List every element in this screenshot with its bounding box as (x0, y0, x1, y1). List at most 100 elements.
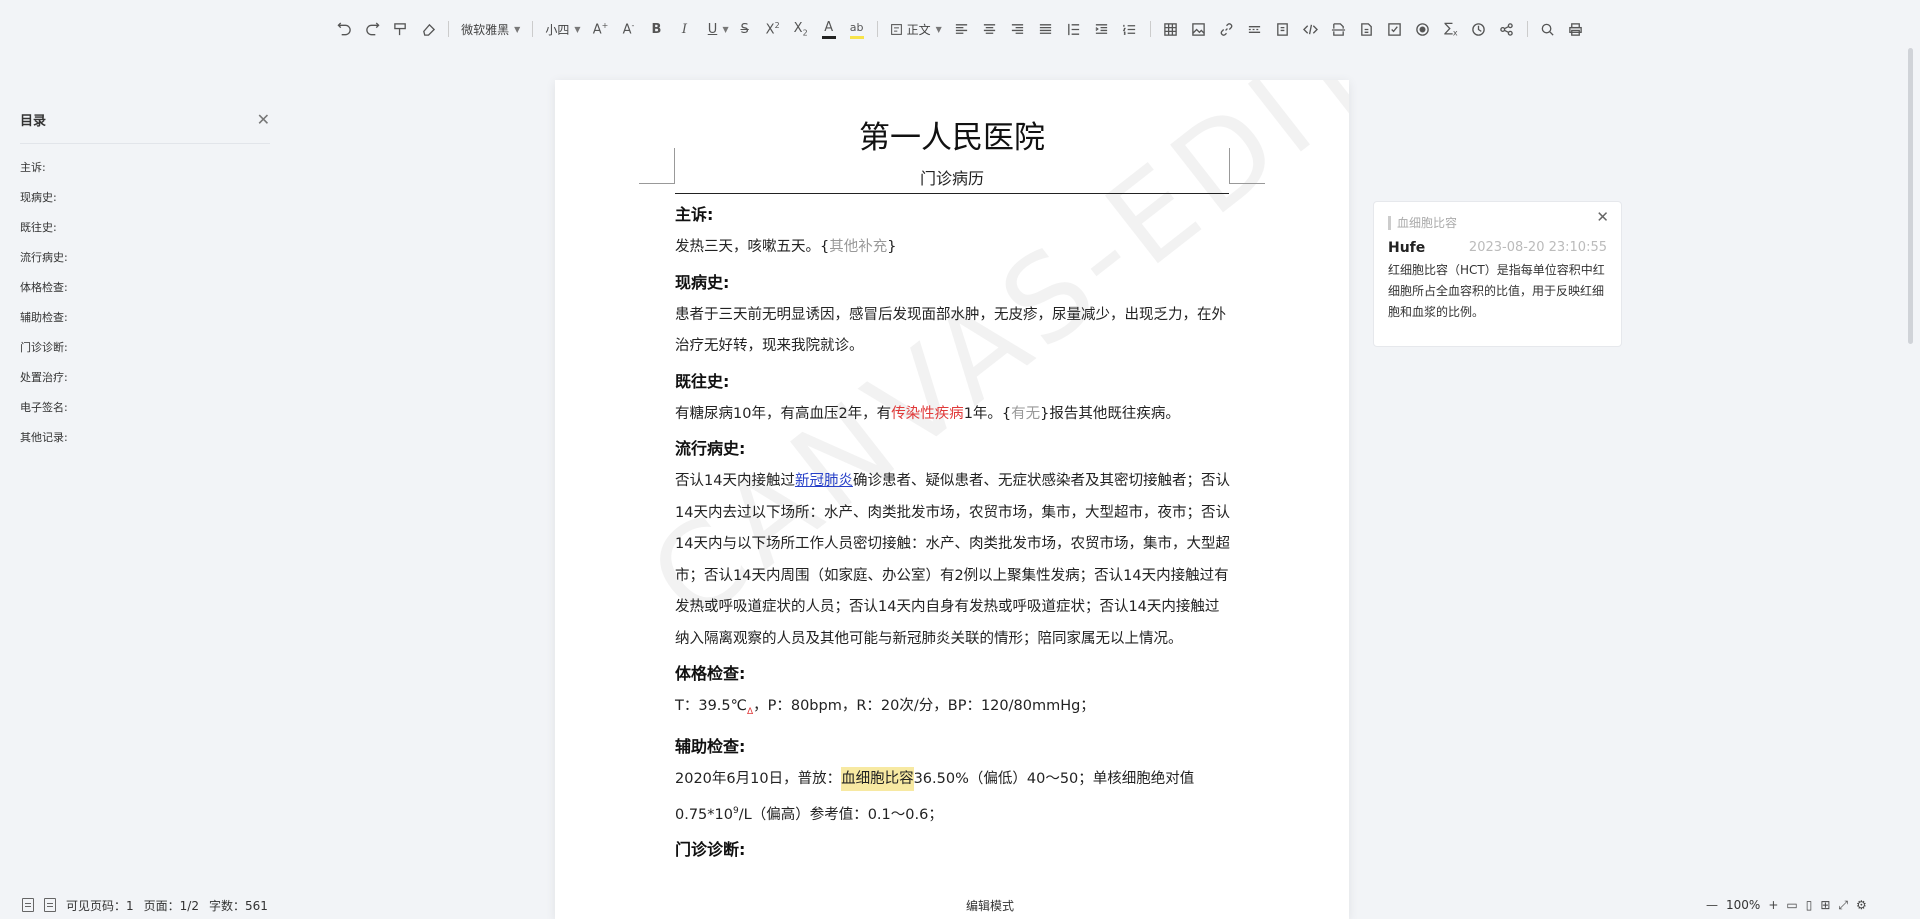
insert-link-button[interactable] (1213, 17, 1241, 41)
aux-exam-paragraph[interactable]: 2020年6月10日，普放：血细胞比容36.50%（偏低）40～50；单核细胞绝… (675, 764, 1231, 831)
section-heading-chief-complaint[interactable]: 主诉: (675, 198, 1231, 232)
superscript-button[interactable]: X2 (759, 17, 787, 41)
italic-button[interactable]: I (671, 17, 699, 41)
align-right-button[interactable] (1004, 17, 1032, 41)
clock-icon (1472, 22, 1486, 36)
list-button[interactable] (1116, 17, 1144, 41)
document-page[interactable]: CANVAS-EDITOR 第一人民医院 门诊病历 主诉: 发热三天，咳嗽五天。… (555, 80, 1349, 919)
document-content[interactable]: 主诉: 发热三天，咳嗽五天。{其他补充} 现病史: 患者于三天前无明显诱因，感冒… (675, 198, 1231, 867)
zoom-in-icon[interactable]: + (1768, 898, 1778, 912)
paper-margin-icon[interactable]: ⊞ (1820, 898, 1830, 912)
catalog-item[interactable]: 电子签名: (20, 396, 270, 426)
catalog-item[interactable]: 既往史: (20, 216, 270, 246)
separator-button[interactable] (1241, 17, 1269, 41)
clear-format-button[interactable] (414, 17, 442, 41)
paper-direction-icon[interactable]: ▯ (1806, 898, 1813, 912)
placeholder-control[interactable]: 有无 (1011, 406, 1040, 422)
past-history-text: 有糖尿病10年，有高血压2年，有 (675, 405, 892, 422)
page-break-button[interactable] (1325, 17, 1353, 41)
physical-exam-paragraph[interactable]: T：39.5℃Δ，P：80bpm，R：20次/分，BP：120/80mmHg； (675, 691, 1231, 728)
section-heading-aux-exam[interactable]: 辅助检查: (675, 730, 1231, 764)
align-left-button[interactable] (948, 17, 976, 41)
zoom-out-icon[interactable]: — (1706, 898, 1718, 912)
search-button[interactable] (1534, 17, 1562, 41)
toolbar-divider (532, 21, 534, 37)
catalog-item[interactable]: 现病史: (20, 186, 270, 216)
checkbox-button[interactable] (1381, 17, 1409, 41)
font-size-increase-button[interactable]: A+ (587, 17, 615, 41)
insert-table-button[interactable] (1157, 17, 1185, 41)
editor-mode[interactable]: 编辑模式 (966, 897, 1014, 914)
bold-button[interactable]: B (643, 17, 671, 41)
page-break-icon (1332, 22, 1346, 36)
align-right-icon (1012, 23, 1024, 34)
present-illness-paragraph[interactable]: 患者于三天前无明显诱因，感冒后发现面部水肿，无皮疹，尿量减少，出现乏力，在外治疗… (675, 300, 1231, 363)
strikethrough-icon: S (740, 21, 749, 37)
strikethrough-button[interactable]: S (731, 17, 759, 41)
close-icon[interactable]: ✕ (1596, 208, 1609, 226)
control-button[interactable] (1353, 17, 1381, 41)
document-title[interactable]: 第一人民医院 (555, 112, 1349, 157)
placeholder-control[interactable]: 其他补充 (829, 239, 887, 255)
document-subtitle[interactable]: 门诊病历 (675, 165, 1229, 194)
print-icon (1569, 22, 1583, 36)
commented-text[interactable]: 血细胞比容 (841, 767, 914, 792)
highlight-color-indicator (849, 36, 864, 39)
font-color-button[interactable]: A (815, 17, 843, 41)
underline-button[interactable]: U (699, 17, 727, 41)
format-painter-button[interactable] (386, 17, 414, 41)
block-button[interactable] (1493, 17, 1521, 41)
catalog-item[interactable]: 流行病史: (20, 246, 270, 276)
section-heading-present-illness[interactable]: 现病史: (675, 266, 1231, 300)
insert-image-button[interactable] (1185, 17, 1213, 41)
highlight-button[interactable]: ab (843, 17, 871, 41)
catalog-item[interactable]: 主诉: (20, 156, 270, 186)
ordered-list-icon (1123, 24, 1136, 35)
align-justify-icon (1040, 23, 1052, 34)
paragraph-style-select[interactable]: 正文 ▼ (884, 17, 948, 41)
hyperlink[interactable]: 新冠肺炎 (795, 473, 853, 489)
catalog-toggle-icon[interactable] (22, 898, 34, 912)
indent-button[interactable] (1088, 17, 1116, 41)
font-size-select[interactable]: 小四 ▼ (539, 17, 586, 41)
catalog-item[interactable]: 处置治疗: (20, 366, 270, 396)
section-heading-physical-exam[interactable]: 体格检查: (675, 657, 1231, 691)
word-count: 字数：561 (208, 898, 268, 913)
watermark-button[interactable] (1269, 17, 1297, 41)
page-mode-icon[interactable] (44, 898, 56, 912)
catalog-item[interactable]: 辅助检查: (20, 306, 270, 336)
font-family-select[interactable]: 微软雅黑 ▼ (455, 17, 526, 41)
physical-exam-text: T：39.5℃ (675, 698, 747, 714)
section-heading-past-history[interactable]: 既往史: (675, 365, 1231, 399)
catalog-item[interactable]: 其他记录: (20, 426, 270, 456)
latex-button[interactable]: ∑x (1437, 17, 1465, 41)
zoom-level[interactable]: 100% (1726, 898, 1760, 912)
align-left-icon (956, 23, 968, 34)
date-button[interactable] (1465, 17, 1493, 41)
radio-button[interactable] (1409, 17, 1437, 41)
catalog-item[interactable]: 门诊诊断: (20, 336, 270, 366)
code-block-button[interactable] (1297, 17, 1325, 41)
align-justify-button[interactable] (1032, 17, 1060, 41)
subscript-button[interactable]: X2 (787, 17, 815, 41)
font-size-decrease-button[interactable]: A- (615, 17, 643, 41)
past-history-paragraph[interactable]: 有糖尿病10年，有高血压2年，有传染性疾病1年。{有无}报告其他既往疾病。 (675, 399, 1231, 431)
epidemic-history-paragraph[interactable]: 否认14天内接触过新冠肺炎确诊患者、疑似患者、无症状感染者及其密切接触者；否认1… (675, 466, 1231, 655)
settings-icon[interactable]: ⚙ (1856, 898, 1867, 912)
radio-icon (1416, 22, 1430, 36)
catalog-item[interactable]: 体格检查: (20, 276, 270, 306)
line-spacing-button[interactable] (1060, 17, 1088, 41)
comment-card[interactable]: 血细胞比容 ✕ Hufe 2023-08-20 23:10:55 红细胞比容（H… (1373, 201, 1622, 347)
vertical-scrollbar[interactable] (1908, 48, 1913, 344)
undo-button[interactable] (330, 17, 358, 41)
redo-button[interactable] (358, 17, 386, 41)
chief-complaint-paragraph[interactable]: 发热三天，咳嗽五天。{其他补充} (675, 232, 1231, 264)
print-button[interactable] (1562, 17, 1590, 41)
close-icon[interactable]: ✕ (257, 110, 270, 129)
align-center-button[interactable] (976, 17, 1004, 41)
fullscreen-icon[interactable]: ⤢ (1838, 898, 1848, 913)
search-icon (1542, 23, 1554, 36)
section-heading-diagnosis[interactable]: 门诊诊断: (675, 833, 1231, 867)
paper-size-icon[interactable]: ▭ (1786, 898, 1797, 912)
section-heading-epidemic-history[interactable]: 流行病史: (675, 432, 1231, 466)
